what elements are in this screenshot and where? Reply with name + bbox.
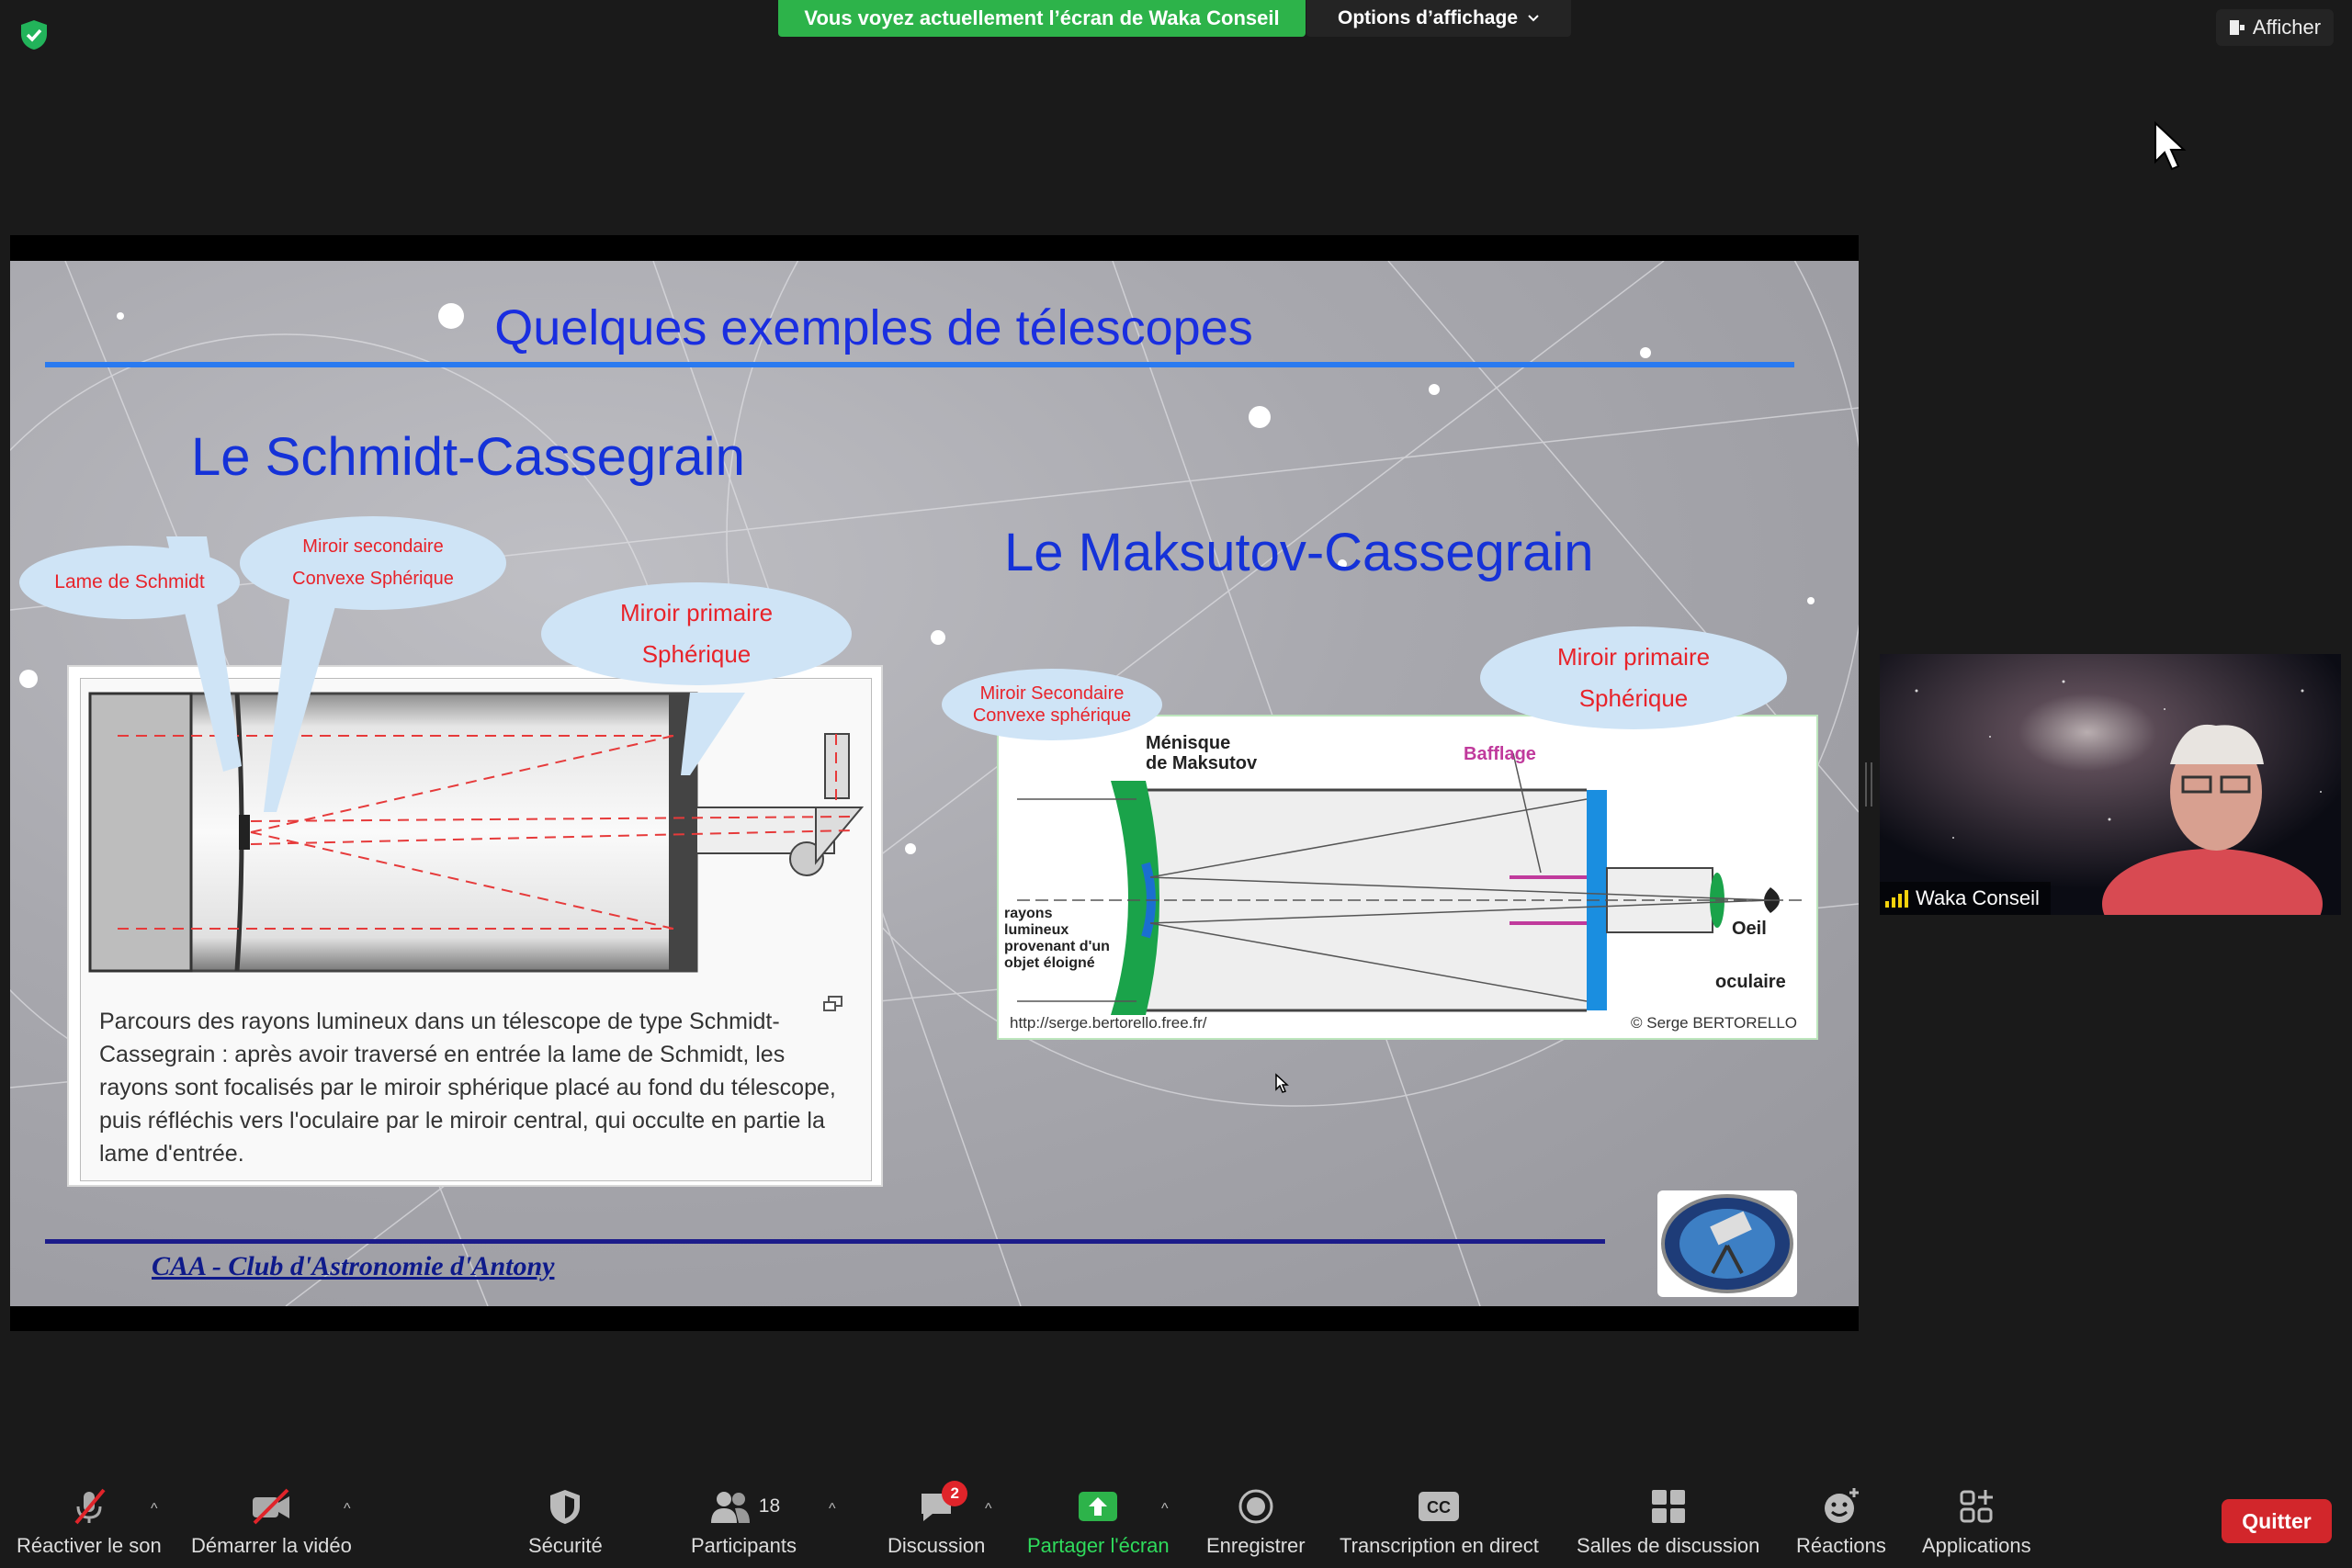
participants-icon — [710, 1492, 750, 1523]
chat-unread-badge: 2 — [942, 1481, 968, 1506]
bubble-miroir-secondaire: Miroir secondaire Convexe Sphérique — [240, 516, 506, 610]
maksutov-cassegrain-diagram — [1017, 752, 1807, 1015]
mouse-cursor-icon — [2154, 121, 2187, 171]
participant-video-feed — [1880, 654, 2341, 915]
maksutov-cassegrain-title: Le Maksutov-Cassegrain — [1004, 523, 1594, 582]
cc-glyph: CC — [1427, 1498, 1451, 1517]
view-options-label: Options d’affichage — [1337, 7, 1518, 28]
view-options-menu[interactable]: Options d’affichage — [1306, 0, 1571, 37]
mc-primaire-line2: Sphérique — [1578, 684, 1689, 712]
telescope-logo-icon — [1661, 1194, 1793, 1293]
rayons-label: rayons lumineux provenant d'un objet élo… — [1004, 906, 1110, 972]
maksutov-figure: Ménisque de Maksutov Bafflage rayons lum… — [997, 715, 1818, 1040]
oeil-label: Oeil — [1732, 919, 1767, 939]
record-icon — [1238, 1489, 1273, 1524]
footer-rule — [45, 1239, 1605, 1244]
bubble-secondaire-line1: Miroir secondaire — [302, 536, 444, 557]
breakout-rooms-label: Salles de discussion — [1577, 1534, 1760, 1557]
start-video-button[interactable]: Démarrer la vidéo — [191, 1486, 352, 1558]
afficher-label: Afficher — [2252, 16, 2322, 39]
participant-video-tile[interactable]: Waka Conseil — [1880, 654, 2341, 915]
quit-button[interactable]: Quitter — [2222, 1499, 2332, 1543]
security-shield-icon — [550, 1490, 581, 1524]
share-screen-icon — [1079, 1492, 1118, 1521]
chat-button[interactable]: 2 Discussion — [888, 1481, 986, 1558]
record-button[interactable]: Enregistrer — [1206, 1486, 1306, 1558]
club-footer-link[interactable]: CAA - Club d'Astronomie d'Antony — [152, 1251, 554, 1282]
bubble-lame-text: Lame de Schmidt — [54, 570, 205, 592]
pin-icon — [2229, 20, 2245, 35]
menisque-line1: Ménisque — [1146, 733, 1231, 753]
bafflage-label: Bafflage — [1464, 744, 1536, 764]
cc-icon: CC — [1419, 1492, 1460, 1521]
live-transcription-button[interactable]: CC Transcription en direct — [1340, 1486, 1539, 1558]
bubble-miroir-primaire-schmidt: Miroir primaire Sphérique — [541, 582, 852, 685]
video-off-icon — [253, 1488, 290, 1525]
reactions-button[interactable]: Réactions — [1796, 1486, 1886, 1558]
share-options-caret[interactable]: ^ — [1161, 1501, 1169, 1517]
participants-button[interactable]: 18 Participants — [691, 1486, 797, 1558]
source-url: http://serge.bertorello.free.fr/ — [1010, 1014, 1207, 1032]
share-screen-button[interactable]: Partager l'écran — [1027, 1486, 1170, 1558]
audio-options-caret[interactable]: ^ — [151, 1501, 158, 1517]
share-screen-label: Partager l'écran — [1027, 1534, 1170, 1557]
security-label: Sécurité — [528, 1534, 603, 1557]
bubble-primaire-line2: Sphérique — [641, 640, 752, 668]
presentation-slide: Quelques exemples de télescopes Le Schmi… — [10, 261, 1859, 1306]
rayons-line4: objet éloigné — [1004, 955, 1095, 971]
video-options-caret[interactable]: ^ — [344, 1501, 351, 1517]
breakout-rooms-icon — [1651, 1490, 1685, 1523]
afficher-button[interactable]: Afficher — [2216, 9, 2334, 46]
record-label: Enregistrer — [1206, 1534, 1306, 1557]
club-logo — [1657, 1190, 1797, 1297]
meeting-toolbar: Réactiver le son ^ Démarrer la vidéo ^ S… — [0, 1470, 2352, 1568]
live-transcription-label: Transcription en direct — [1340, 1534, 1539, 1557]
bubble-miroir-secondaire-maksutov: Miroir Secondaire Convexe sphérique — [942, 669, 1162, 740]
chat-label: Discussion — [888, 1534, 986, 1557]
breakout-rooms-button[interactable]: Salles de discussion — [1577, 1486, 1759, 1558]
menisque-line2: de Maksutov — [1146, 753, 1258, 773]
apps-button[interactable]: Applications — [1922, 1486, 2031, 1558]
mc-secondaire-line2: Convexe sphérique — [972, 705, 1132, 726]
panel-resize-handle[interactable] — [1865, 762, 1872, 807]
shield-check-icon[interactable] — [18, 18, 50, 51]
chevron-down-icon — [1528, 15, 1539, 22]
unmute-button[interactable]: Réactiver le son — [17, 1486, 162, 1558]
participants-label: Participants — [691, 1534, 797, 1557]
unmute-label: Réactiver le son — [17, 1534, 162, 1557]
chat-options-caret[interactable]: ^ — [985, 1501, 992, 1517]
participant-name-tag: Waka Conseil — [1880, 882, 2051, 915]
reactions-icon — [1824, 1488, 1859, 1523]
apps-icon — [1960, 1490, 1994, 1523]
shared-screen: Quelques exemples de télescopes Le Schmi… — [10, 235, 1859, 1331]
bubble-primaire-line1: Miroir primaire — [619, 598, 774, 626]
reactions-label: Réactions — [1796, 1534, 1886, 1557]
bubble-secondaire-line2: Convexe Sphérique — [292, 569, 454, 589]
signal-strength-icon — [1885, 889, 1908, 908]
participants-count: 18 — [758, 1495, 781, 1517]
copyright-text: © Serge BERTORELLO — [1631, 1014, 1798, 1032]
apps-label: Applications — [1922, 1534, 2031, 1557]
rayons-line1: rayons — [1004, 906, 1053, 921]
mic-off-icon — [74, 1488, 106, 1525]
menisque-label: Ménisque de Maksutov — [1146, 733, 1257, 773]
oculaire-label: oculaire — [1715, 972, 1786, 992]
screen-share-banner: Vous voyez actuellement l’écran de Waka … — [778, 0, 1306, 37]
mc-primaire-line1: Miroir primaire — [1556, 642, 1711, 671]
rayons-line3: provenant d'un — [1004, 939, 1110, 954]
rayons-line2: lumineux — [1004, 922, 1069, 938]
security-button[interactable]: Sécurité — [528, 1486, 603, 1558]
bubble-miroir-primaire-maksutov: Miroir primaire Sphérique — [1480, 626, 1787, 729]
zoom-meeting-window: Vous voyez actuellement l’écran de Waka … — [0, 0, 2352, 1568]
pointer-cursor-icon — [1275, 1073, 1289, 1093]
start-video-label: Démarrer la vidéo — [191, 1534, 352, 1557]
mc-secondaire-line1: Miroir Secondaire — [979, 683, 1125, 704]
participant-name: Waka Conseil — [1916, 886, 2040, 909]
participants-options-caret[interactable]: ^ — [829, 1501, 836, 1517]
bubble-lame-de-schmidt: Lame de Schmidt — [19, 546, 240, 619]
